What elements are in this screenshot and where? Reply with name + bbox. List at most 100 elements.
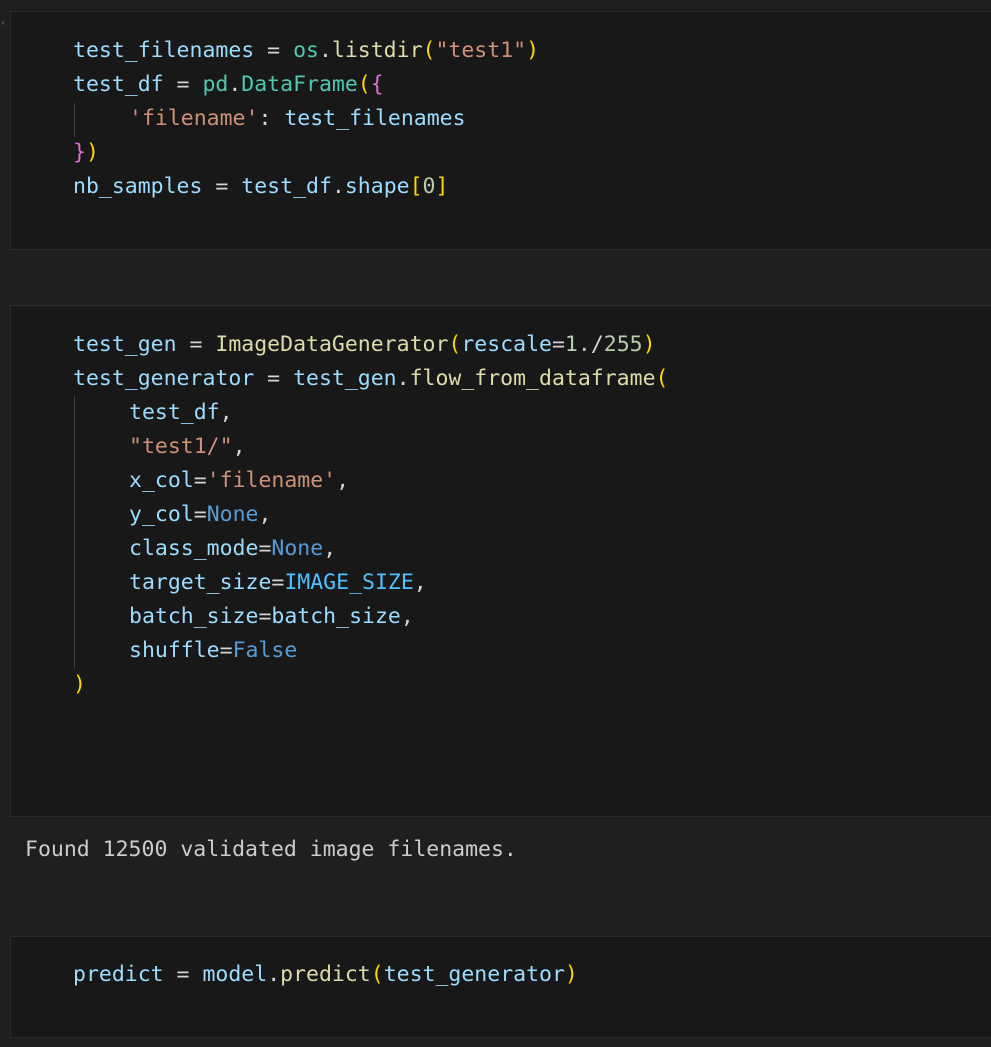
- code-token: ]: [435, 174, 449, 199]
- code-token: =: [258, 604, 272, 629]
- code-token: flow_from_dataframe: [409, 366, 656, 391]
- code-token: predict: [73, 962, 164, 987]
- indent-guide: [74, 396, 75, 669]
- code-token: (: [422, 38, 436, 63]
- code-token: listdir: [331, 38, 423, 63]
- code-token: ): [85, 140, 99, 165]
- code-cell-3[interactable]: predict = model.predict(test_generator): [10, 936, 991, 1038]
- code-token: }: [73, 140, 86, 165]
- code-line: batch_size=batch_size,: [129, 600, 414, 634]
- code-token: 'filename': [206, 468, 337, 493]
- code-token: test_generator: [383, 962, 565, 987]
- code-token: ,: [400, 604, 414, 629]
- code-token: predict: [280, 962, 371, 987]
- code-token: shuffle: [129, 638, 220, 663]
- code-token: (: [448, 332, 462, 357]
- code-token: None: [206, 502, 259, 527]
- code-token: target_size: [129, 570, 272, 595]
- code-token: IMAGE_SIZE: [284, 570, 414, 595]
- code-token: ,: [323, 536, 337, 561]
- code-token: None: [271, 536, 324, 561]
- code-token: test_df: [73, 72, 164, 97]
- code-token: batch_size: [129, 604, 259, 629]
- code-token: test_df: [241, 174, 332, 199]
- code-token: model: [202, 962, 268, 987]
- code-line: }): [73, 136, 99, 170]
- code-token: =: [202, 174, 242, 199]
- code-line: test_generator = test_gen.flow_from_data…: [73, 362, 668, 396]
- code-line: x_col='filename',: [129, 464, 349, 498]
- code-cell-1[interactable]: test_filenames = os.listdir("test1") test…: [10, 11, 991, 250]
- code-token: ): [642, 332, 656, 357]
- code-line: 'filename': test_filenames: [129, 102, 466, 136]
- code-line: class_mode=None,: [129, 532, 336, 566]
- code-line: ): [73, 668, 86, 702]
- code-token: =: [193, 468, 207, 493]
- code-line: predict = model.predict(test_generator): [73, 958, 578, 992]
- code-token: x_col: [129, 468, 194, 493]
- code-token: :: [258, 106, 285, 131]
- code-token: ): [73, 672, 86, 697]
- code-token: .: [267, 962, 281, 987]
- code-token: nb_samples: [73, 174, 203, 199]
- code-token: test_filenames: [284, 106, 466, 131]
- code-token: =: [258, 536, 272, 561]
- code-token: [: [409, 174, 423, 199]
- code-line: shuffle=False: [129, 634, 297, 668]
- code-token: class_mode: [129, 536, 259, 561]
- code-token: .: [228, 72, 242, 97]
- code-token: test_gen: [73, 332, 177, 357]
- code-token: 0: [422, 174, 436, 199]
- code-token: =: [271, 570, 285, 595]
- code-line: "test1/",: [129, 430, 246, 464]
- code-token: 255: [603, 332, 643, 357]
- cell-toolbar-marker: ,: [0, 15, 7, 26]
- code-cell-2[interactable]: test_gen = ImageDataGenerator(rescale=1.…: [10, 305, 991, 817]
- code-token: =: [219, 638, 233, 663]
- code-line: y_col=None,: [129, 498, 271, 532]
- code-token: pd: [202, 72, 229, 97]
- code-token: =: [163, 962, 203, 987]
- indent-guide: [74, 103, 75, 137]
- code-token: test_df: [129, 400, 220, 425]
- code-token: =: [551, 332, 565, 357]
- code-token: ImageDataGenerator: [215, 332, 449, 357]
- code-token: 'filename': [129, 106, 259, 131]
- code-token: batch_size: [271, 604, 401, 629]
- code-token: (: [655, 366, 669, 391]
- code-token: test_generator: [73, 366, 255, 391]
- code-token: "test1/": [129, 434, 233, 459]
- code-token: ,: [219, 400, 233, 425]
- code-token: ): [526, 38, 540, 63]
- code-token: 1.: [564, 332, 591, 357]
- code-token: test_filenames: [73, 38, 255, 63]
- code-token: =: [254, 38, 294, 63]
- code-token: ,: [336, 468, 350, 493]
- cell-output-text: Found 12500 validated image filenames.: [25, 837, 517, 862]
- code-token: rescale: [461, 332, 552, 357]
- code-token: DataFrame: [241, 72, 358, 97]
- code-line: test_df = pd.DataFrame({: [73, 68, 384, 102]
- code-line: test_gen = ImageDataGenerator(rescale=1.…: [73, 328, 656, 362]
- code-token: ): [564, 962, 578, 987]
- code-token: ,: [258, 502, 272, 527]
- code-token: =: [193, 502, 207, 527]
- code-token: shape: [344, 174, 410, 199]
- code-line: test_filenames = os.listdir("test1"): [73, 34, 539, 68]
- code-token: =: [163, 72, 203, 97]
- code-line: test_df,: [129, 396, 233, 430]
- code-token: .: [396, 366, 410, 391]
- code-token: =: [176, 332, 216, 357]
- code-token: =: [254, 366, 294, 391]
- code-token: ,: [232, 434, 246, 459]
- code-token: y_col: [129, 502, 194, 527]
- code-token: test_gen: [293, 366, 397, 391]
- code-token: (: [357, 72, 371, 97]
- code-line: nb_samples = test_df.shape[0]: [73, 170, 448, 204]
- code-token: os: [293, 38, 319, 63]
- code-token: {: [370, 72, 384, 97]
- code-token: .: [318, 38, 332, 63]
- code-token: ,: [413, 570, 427, 595]
- code-token: False: [232, 638, 298, 663]
- code-token: (: [370, 962, 384, 987]
